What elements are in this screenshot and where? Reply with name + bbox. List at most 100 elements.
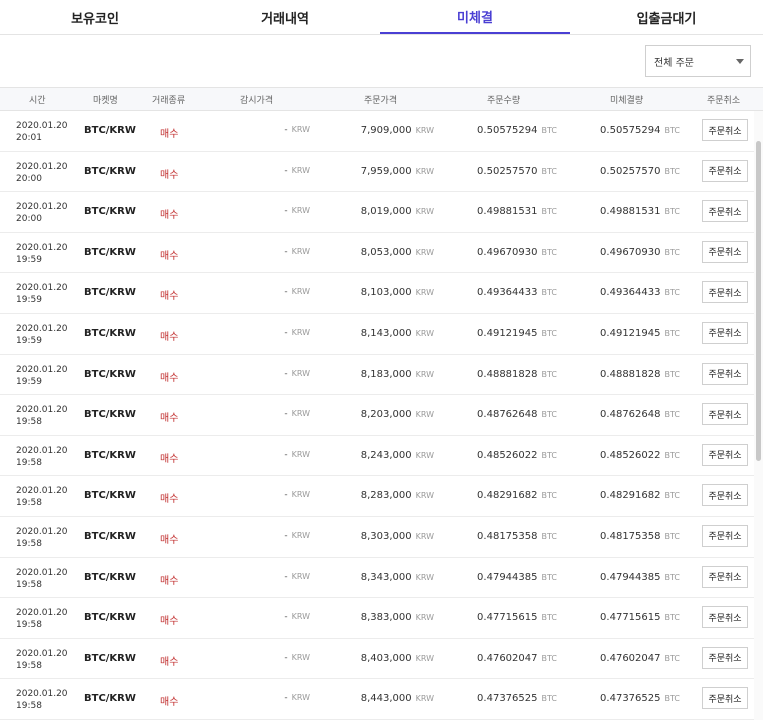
order-qty-unit: BTC [541, 491, 558, 501]
order-unfilled-unit: BTC [664, 410, 681, 420]
order-qty: 0.47715615 BTC [477, 612, 557, 623]
order-side: 매수 [160, 697, 179, 709]
order-unfilled-value: 0.48526022 [600, 449, 661, 461]
tab-pending-transfers[interactable]: 입출금대기 [570, 0, 763, 34]
col-order-price: 주문가격 [364, 96, 398, 106]
tab-holdings[interactable]: 보유코인 [0, 0, 190, 34]
order-qty-value: 0.47944385 [477, 571, 538, 583]
table-row: 2020.01.20 19:58 BTC/KRW 매수 - KRW 8,283,000 KRW… [0, 476, 763, 517]
order-watch-price: - KRW [284, 693, 310, 703]
order-watch-price: - KRW [284, 572, 310, 582]
order-qty-value: 0.49670930 [477, 246, 538, 258]
cancel-order-button[interactable]: 주문취소 [702, 524, 748, 547]
order-price-value: 8,283,000 [360, 490, 412, 502]
col-market: 마켓명 [93, 96, 118, 106]
order-unfilled-unit: BTC [664, 694, 681, 704]
order-side: 매수 [160, 534, 179, 546]
col-cancel: 주문취소 [707, 96, 741, 106]
order-watch-price: - KRW [284, 369, 310, 379]
order-datetime: 2020.01.20 20:00 [16, 201, 68, 225]
watch-price-unit: KRW [291, 246, 310, 256]
scrollbar-thumb[interactable] [756, 141, 761, 461]
watch-price-unit: KRW [291, 206, 310, 216]
order-unfilled-value: 0.48291682 [600, 490, 661, 502]
order-price-unit: KRW [415, 369, 434, 379]
order-market: BTC/KRW [84, 652, 136, 664]
order-price-value: 8,443,000 [360, 693, 412, 705]
order-unfilled-value: 0.50257570 [600, 165, 661, 177]
watch-price-unit: KRW [291, 125, 310, 134]
order-unfilled-unit: BTC [664, 126, 681, 135]
order-qty-unit: BTC [541, 207, 558, 217]
order-qty-value: 0.47602047 [477, 652, 538, 664]
cancel-order-button[interactable]: 주문취소 [702, 565, 748, 588]
order-qty: 0.49364433 BTC [477, 287, 557, 298]
order-price: 8,403,000 KRW [361, 653, 434, 664]
cancel-order-button[interactable]: 주문취소 [702, 606, 748, 629]
order-watch-price: - KRW [284, 328, 310, 338]
cancel-order-button[interactable]: 주문취소 [702, 687, 748, 710]
order-price: 8,343,000 KRW [361, 572, 434, 583]
order-price: 8,383,000 KRW [361, 612, 434, 623]
order-datetime: 2020.01.20 19:58 [16, 485, 68, 509]
cancel-order-button[interactable]: 주문취소 [702, 281, 748, 304]
order-price-value: 8,343,000 [360, 571, 412, 583]
order-qty: 0.47376525 BTC [477, 693, 557, 704]
order-unfilled: 0.47602047 BTC [600, 653, 680, 664]
order-price: 8,143,000 KRW [361, 328, 434, 339]
order-qty-unit: BTC [541, 247, 558, 257]
order-datetime: 2020.01.20 19:58 [16, 567, 68, 591]
order-unfilled-unit: BTC [664, 531, 681, 541]
order-unfilled-unit: BTC [664, 328, 681, 338]
order-unfilled-unit: BTC [664, 491, 681, 501]
table-row: 2020.01.20 20:01 BTC/KRW 매수 - KRW 7,909,000 KRW… [0, 111, 763, 152]
order-market: BTC/KRW [84, 490, 136, 502]
order-market: BTC/KRW [84, 612, 136, 624]
order-side: 매수 [160, 372, 179, 384]
order-qty: 0.47944385 BTC [477, 572, 557, 583]
order-time: 19:58 [16, 660, 42, 671]
watch-price-value: - [284, 206, 288, 217]
scrollbar[interactable] [754, 111, 763, 720]
order-qty-unit: BTC [541, 410, 558, 420]
order-qty-value: 0.49881531 [477, 206, 538, 218]
tab-unfilled[interactable]: 미체결 [380, 0, 570, 34]
order-price: 8,019,000 KRW [361, 206, 434, 217]
watch-price-value: - [284, 409, 288, 420]
cancel-order-button[interactable]: 주문취소 [702, 443, 748, 466]
cancel-order-button[interactable]: 주문취소 [702, 403, 748, 426]
order-qty-unit: BTC [541, 572, 558, 582]
cancel-order-button[interactable]: 주문취소 [702, 119, 748, 141]
order-market: BTC/KRW [84, 125, 136, 136]
order-qty-value: 0.48881828 [477, 368, 538, 380]
tab-history[interactable]: 거래내역 [190, 0, 380, 34]
order-unfilled-unit: BTC [664, 613, 681, 623]
cancel-order-button[interactable]: 주문취소 [702, 240, 748, 263]
order-datetime: 2020.01.20 19:59 [16, 364, 68, 388]
watch-price-unit: KRW [291, 652, 310, 662]
order-unfilled-value: 0.47602047 [600, 652, 661, 664]
order-qty-value: 0.48762648 [477, 409, 538, 421]
order-filter-select[interactable]: 전체 주문 [645, 45, 751, 77]
order-price: 8,303,000 KRW [361, 531, 434, 542]
order-qty-unit: BTC [541, 369, 558, 379]
col-watch-price: 감시가격 [240, 96, 274, 106]
order-unfilled-value: 0.50575294 [600, 125, 661, 136]
cancel-order-button[interactable]: 주문취소 [702, 200, 748, 223]
order-price: 7,959,000 KRW [361, 166, 434, 177]
col-unfilled-qty: 미체결량 [610, 96, 644, 106]
order-market: BTC/KRW [84, 449, 136, 461]
order-watch-price: - KRW [284, 653, 310, 663]
order-unfilled-unit: BTC [664, 572, 681, 582]
table-row: 2020.01.20 20:00 BTC/KRW 매수 - KRW 7,959,000 KRW… [0, 152, 763, 193]
table-row: 2020.01.20 19:58 BTC/KRW 매수 - KRW 8,343,000 KRW… [0, 558, 763, 599]
cancel-order-button[interactable]: 주문취소 [702, 321, 748, 344]
cancel-order-button[interactable]: 주문취소 [702, 159, 748, 182]
cancel-order-button[interactable]: 주문취소 [702, 362, 748, 385]
order-price-unit: KRW [415, 572, 434, 582]
order-price-value: 7,959,000 [360, 165, 412, 177]
table-row: 2020.01.20 19:59 BTC/KRW 매수 - KRW 8,053,000 KRW… [0, 233, 763, 274]
cancel-order-button[interactable]: 주문취소 [702, 484, 748, 507]
order-time: 19:58 [16, 620, 42, 631]
cancel-order-button[interactable]: 주문취소 [702, 646, 748, 669]
